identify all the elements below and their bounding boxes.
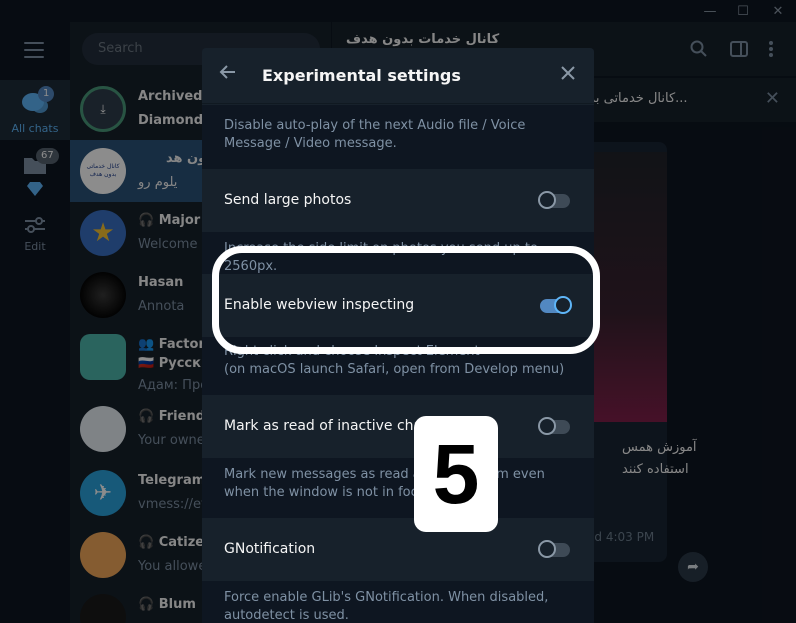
setting-label: Mark as read of inactive chat [224,418,428,434]
setting-label: GNotification [224,541,316,557]
step-number-badge: 5 [414,416,498,532]
setting-gnotification[interactable]: GNotification [202,519,594,581]
setting-mark-as-read[interactable]: Mark as read of inactive chat [202,396,594,458]
setting-send-large-photos[interactable]: Send large photos [202,170,594,232]
close-icon[interactable] [560,62,576,86]
telegram-window: — ☐ ✕ 1 All chats 67 Edit Search ⤓ Archi… [0,0,796,623]
mark-as-read-toggle[interactable] [538,417,570,435]
dialog-title: Experimental settings [262,66,461,85]
dialog-header: Experimental settings [202,48,594,104]
highlight-outline [212,246,600,354]
setting-description: Force enable GLib's GNotification. When … [202,581,594,623]
back-arrow-icon[interactable] [218,62,242,86]
setting-label: Send large photos [224,192,352,208]
setting-description: Mark new messages as read and read them … [202,458,594,518]
send-large-photos-toggle[interactable] [538,191,570,209]
setting-description: (on macOS launch Safari, open from Devel… [224,362,565,377]
gnotification-toggle[interactable] [538,540,570,558]
setting-description: Disable auto-play of the next Audio file… [202,105,594,169]
